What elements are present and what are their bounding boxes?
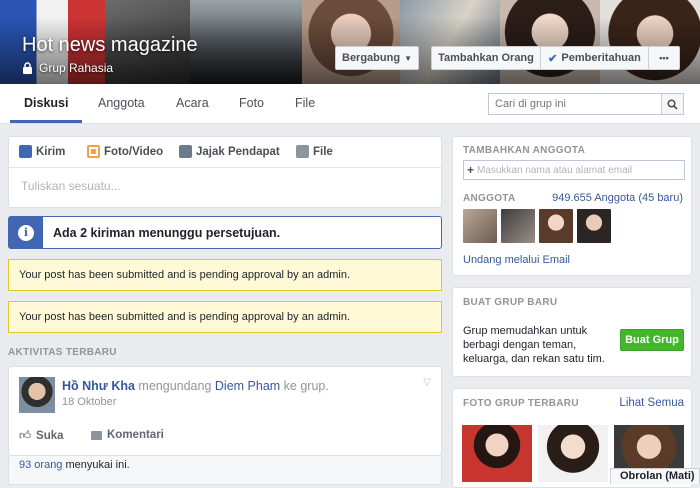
- file-icon: [296, 145, 309, 158]
- create-group-header: BUAT GRUP BARU: [463, 297, 558, 308]
- pending-notice: Your post has been submitted and is pend…: [8, 301, 442, 333]
- members-count[interactable]: 949.655 Anggota (45 baru): [552, 192, 683, 204]
- member-avatar[interactable]: [501, 209, 535, 243]
- group-search: [488, 93, 684, 115]
- post-date[interactable]: 18 Oktober: [62, 396, 116, 408]
- search-input[interactable]: [489, 94, 661, 114]
- members-card: TAMBAHKAN ANGGOTA + Masukkan nama atau a…: [452, 136, 692, 276]
- plus-icon: +: [467, 163, 475, 177]
- add-people-label: Tambahkan Orang: [438, 52, 534, 64]
- composer-tab-poll[interactable]: Jajak Pendapat: [179, 145, 280, 158]
- composer-tab-file-label: File: [313, 145, 333, 158]
- create-group-text: Grup memudahkan untuk berbagi dengan tem…: [463, 325, 605, 365]
- like-label: Suka: [36, 430, 64, 442]
- composer-tab-photo[interactable]: Foto/Video: [87, 145, 163, 158]
- photo-icon: [87, 145, 100, 158]
- group-photo[interactable]: [538, 425, 608, 482]
- tab-discussion[interactable]: Diskusi: [24, 84, 68, 124]
- pending-banner[interactable]: i Ada 2 kiriman menunggu persetujuan.: [8, 216, 442, 249]
- tab-members[interactable]: Anggota: [98, 84, 145, 124]
- comment-icon: [91, 430, 102, 440]
- join-label: Bergabung: [342, 52, 401, 64]
- add-member-placeholder: Masukkan nama atau alamat email: [477, 164, 633, 176]
- thumbs-up-icon: 👍︎: [19, 430, 32, 442]
- group-photo[interactable]: [462, 425, 532, 482]
- like-button[interactable]: 👍︎ Suka: [19, 429, 64, 443]
- likes-bar: 93 orang menyukai ini.: [8, 455, 442, 485]
- create-group-card: BUAT GRUP BARU Grup memudahkan untuk ber…: [452, 287, 692, 377]
- lock-icon: [23, 62, 32, 74]
- poll-icon: [179, 145, 192, 158]
- active-tab-indicator: [10, 120, 82, 123]
- privacy-text: Grup Rahasia: [39, 61, 114, 75]
- privacy-label: Grup Rahasia: [22, 61, 113, 75]
- post-suffix: ke grup.: [283, 379, 329, 393]
- post-target[interactable]: Diem Pham: [215, 379, 280, 393]
- group-title[interactable]: Hot news magazine: [22, 34, 198, 57]
- post-action: mengundang: [138, 379, 212, 393]
- tab-photos[interactable]: Foto: [239, 84, 264, 124]
- likes-suffix: menyukai ini.: [65, 459, 130, 471]
- member-avatar[interactable]: [539, 209, 573, 243]
- recent-photos-header: FOTO GRUP TERBARU: [463, 398, 579, 409]
- composer-tab-post-label: Kirim: [36, 145, 66, 158]
- notifications-button[interactable]: ✔ Pemberitahuan: [540, 46, 649, 70]
- chevron-down-icon: ▼: [404, 53, 412, 63]
- search-icon: [667, 98, 678, 110]
- activity-post: Hồ Như Kha mengundang Diem Pham ke grup.…: [8, 366, 442, 456]
- add-member-input[interactable]: + Masukkan nama atau alamat email: [463, 160, 685, 180]
- post-author[interactable]: Hồ Như Kha: [62, 379, 135, 393]
- pending-text: Ada 2 kiriman menunggu persetujuan.: [53, 226, 281, 240]
- add-people-button[interactable]: Tambahkan Orang: [431, 46, 541, 70]
- likes-count[interactable]: 93 orang: [19, 459, 62, 471]
- avatar[interactable]: [19, 377, 55, 413]
- composer-divider: [9, 167, 441, 168]
- member-avatar[interactable]: [577, 209, 611, 243]
- check-icon: ✔: [548, 52, 558, 65]
- composer-tab-photo-label: Foto/Video: [104, 145, 164, 158]
- composer-tab-poll-label: Jajak Pendapat: [196, 145, 280, 158]
- more-button[interactable]: •••: [648, 46, 680, 70]
- member-avatar[interactable]: [463, 209, 497, 243]
- recent-activity-header: AKTIVITAS TERBARU: [8, 347, 117, 358]
- tab-events[interactable]: Acara: [176, 84, 209, 124]
- tab-files[interactable]: File: [295, 84, 315, 124]
- invite-email-link[interactable]: Undang melalui Email: [463, 254, 570, 266]
- notifications-label: Pemberitahuan: [561, 52, 641, 64]
- composer-tab-file[interactable]: File: [296, 145, 333, 158]
- likes-summary: 93 orang menyukai ini.: [19, 459, 130, 471]
- search-button[interactable]: [661, 94, 683, 114]
- pending-notice: Your post has been submitted and is pend…: [8, 259, 442, 291]
- composer: Kirim Foto/Video Jajak Pendapat File Tul…: [8, 136, 442, 208]
- comment-button[interactable]: Komentari: [91, 429, 164, 441]
- post-headline: Hồ Như Kha mengundang Diem Pham ke grup.: [62, 379, 329, 393]
- add-member-header: TAMBAHKAN ANGGOTA: [463, 145, 586, 156]
- chevron-down-icon[interactable]: ▽: [423, 377, 431, 388]
- info-icon: i: [9, 217, 43, 248]
- see-all-link[interactable]: Lihat Semua: [619, 397, 684, 409]
- comment-label: Komentari: [107, 429, 164, 441]
- pencil-icon: [19, 145, 32, 158]
- create-group-button[interactable]: Buat Grup: [620, 329, 684, 351]
- composer-input[interactable]: Tuliskan sesuatu...: [21, 179, 121, 193]
- composer-tab-post[interactable]: Kirim: [19, 145, 65, 158]
- members-header: ANGGOTA: [463, 193, 516, 204]
- join-button[interactable]: Bergabung ▼: [335, 46, 419, 70]
- more-label: •••: [659, 53, 669, 63]
